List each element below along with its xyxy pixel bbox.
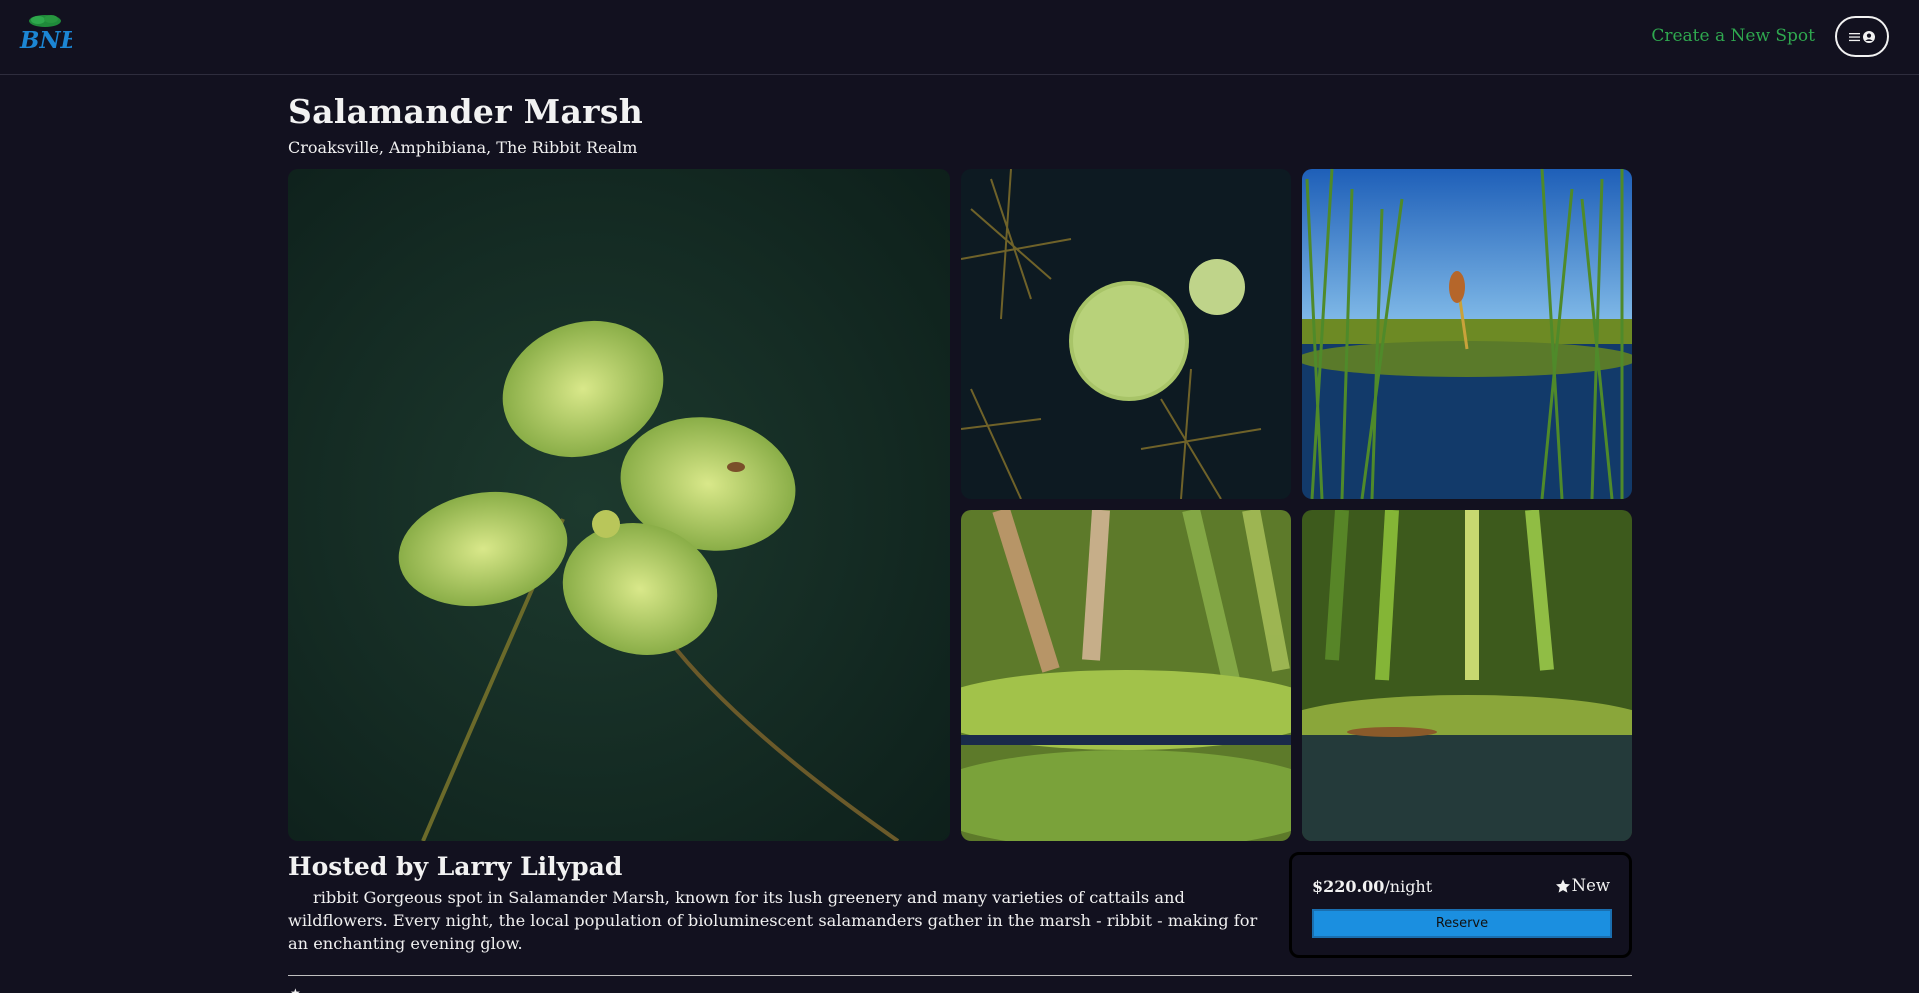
star-icon xyxy=(1555,878,1570,893)
spot-image-lilypads xyxy=(961,169,1291,499)
top-navigation-bar: BNB Create a New Spot xyxy=(0,0,1919,75)
spot-location: Croaksville, Amphibiana, The Ribbit Real… xyxy=(288,138,638,157)
price-per-night: $220.00/night xyxy=(1312,877,1432,896)
create-new-spot-link[interactable]: Create a New Spot xyxy=(1651,26,1815,46)
reserve-button[interactable]: Reserve xyxy=(1312,909,1612,938)
spot-title: Salamander Marsh xyxy=(288,92,644,131)
booking-card: $220.00/night New Reserve xyxy=(1289,852,1632,958)
host-name-heading: Hosted by Larry Lilypad xyxy=(288,852,623,881)
spot-image-marsh-water xyxy=(1302,510,1632,841)
section-divider xyxy=(288,975,1632,976)
reviews-star-icon: ★ xyxy=(290,986,301,993)
spot-image-reeds-lilypad xyxy=(961,510,1291,841)
rating: New xyxy=(1555,876,1610,895)
price-amount: $220.00 xyxy=(1312,877,1385,896)
hamburger-icon xyxy=(1849,32,1860,41)
user-circle-icon xyxy=(1863,30,1875,43)
profile-menu-button[interactable] xyxy=(1835,16,1889,57)
main-spot-image xyxy=(288,169,950,841)
spot-description: ribbit Gorgeous spot in Salamander Marsh… xyxy=(288,888,1258,953)
svg-text:BNB: BNB xyxy=(19,27,72,54)
site-logo[interactable]: BNB xyxy=(18,12,80,54)
price-unit: /night xyxy=(1384,877,1433,896)
spot-image-cattail xyxy=(1302,169,1632,499)
rating-text: New xyxy=(1571,876,1610,895)
